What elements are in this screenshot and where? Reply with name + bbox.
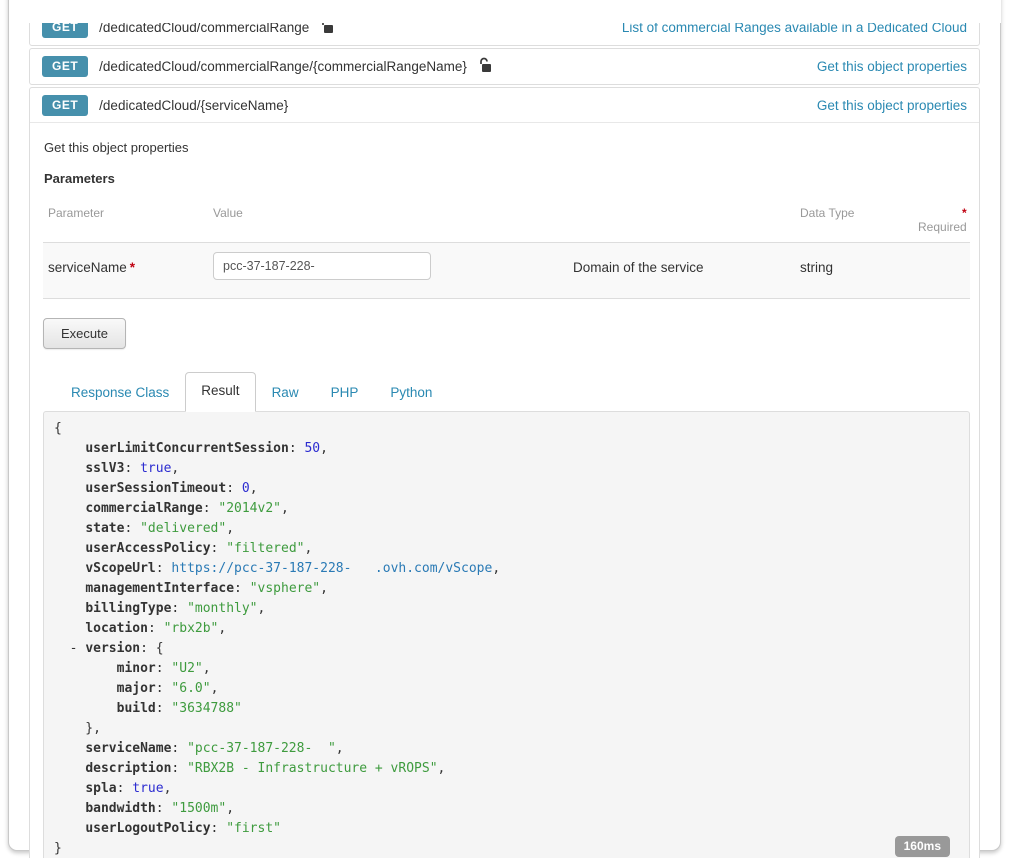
operation-body: Get this object properties Parameters Pa… [30,140,979,858]
code-line: location: "rbx2b", [54,619,959,639]
servicename-input[interactable] [213,252,431,280]
endpoint-path: /dedicatedCloud/{serviceName} [99,98,288,113]
endpoint-path: /dedicatedCloud/commercialRange/{commerc… [99,59,467,74]
code-line: } [54,839,959,858]
parameter-value-cell [213,252,573,280]
response-tab[interactable]: Python [374,374,448,412]
endpoint-header[interactable]: GET /dedicatedCloud/{serviceName} Get th… [30,88,979,123]
code-line: managementInterface: "vsphere", [54,579,959,599]
http-method-badge: GET [42,56,88,77]
top-scroll-clip [9,0,1001,23]
required-asterisk: * [962,206,967,220]
code-line: userLogoutPolicy: "first" [54,819,959,839]
code-line: userSessionTimeout: 0, [54,479,959,499]
col-header-value: Value [213,206,573,234]
code-line: billingType: "monthly", [54,599,959,619]
parameters-table: Parameter Value Data Type * Required ser… [43,200,970,299]
code-line: commercialRange: "2014v2", [54,499,959,519]
response-tab[interactable]: Raw [256,374,315,412]
code-line: { [54,419,959,439]
response-tab[interactable]: Response Class [55,374,185,412]
response-code-block: 160ms { userLimitConcurrentSession: 50, … [43,411,970,858]
response-tabs: Response Class Result Raw PHP Python [43,372,966,412]
code-line: state: "delivered", [54,519,959,539]
http-method-badge: GET [42,95,88,116]
code-line: userLimitConcurrentSession: 50, [54,439,959,459]
col-header-parameter: Parameter [48,206,213,234]
execute-button[interactable]: Execute [43,318,126,349]
code-line: - version: { [54,639,959,659]
operation-description: Get this object properties [44,140,966,155]
code-line: userAccessPolicy: "filtered", [54,539,959,559]
code-line: spla: true, [54,779,959,799]
col-header-description [573,206,800,234]
response-time-badge: 160ms [895,836,950,857]
endpoint-summary-link[interactable]: Get this object properties [817,98,967,113]
parameter-name: serviceName* [48,252,213,280]
parameter-description: Domain of the service [573,252,800,280]
response-tab[interactable]: Result [185,372,255,412]
endpoint-row-commercial-range-name: GET /dedicatedCloud/commercialRange/{com… [29,48,980,85]
endpoint-row-service-name: GET /dedicatedCloud/{serviceName} Get th… [29,87,980,858]
code-line: major: "6.0", [54,679,959,699]
parameter-row-servicename: serviceName* Domain of the service strin… [43,243,970,299]
code-line: }, [54,719,959,739]
parameter-data-type: string [800,252,918,280]
api-console-card: GET /dedicatedCloud/commercialRange List… [8,0,1001,851]
code-line: minor: "U2", [54,659,959,679]
code-line: description: "RBX2B - Infrastructure + v… [54,759,959,779]
parameters-table-header: Parameter Value Data Type * Required [43,200,970,243]
endpoint-summary-link[interactable]: Get this object properties [817,59,967,74]
code-line: serviceName: "pcc-37-187-228- ", [54,739,959,759]
endpoint-header[interactable]: GET /dedicatedCloud/commercialRange/{com… [30,49,979,84]
col-header-required: * Required [918,206,967,234]
response-tab[interactable]: PHP [315,374,375,412]
code-line: sslV3: true, [54,459,959,479]
code-line: bandwidth: "1500m", [54,799,959,819]
code-line: build: "3634788" [54,699,959,719]
open-lock-icon [478,57,492,78]
code-line: vScopeUrl: https://pcc-37-187-228- .ovh.… [54,559,959,579]
required-asterisk: * [130,260,135,275]
parameters-heading: Parameters [44,171,966,186]
col-header-data-type: Data Type [800,206,918,234]
